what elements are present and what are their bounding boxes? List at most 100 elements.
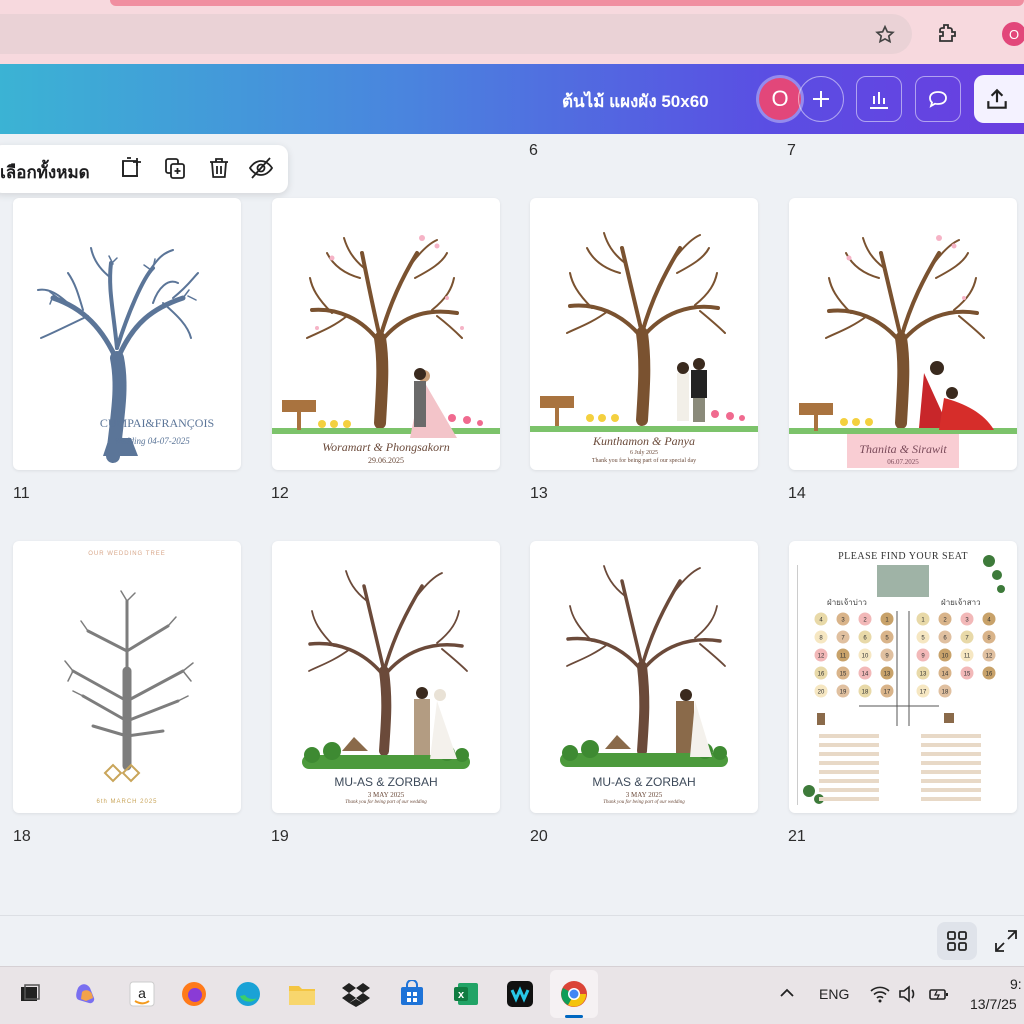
seat-number: 16	[818, 672, 825, 678]
address-bar[interactable]	[0, 14, 912, 54]
chevron-up-icon[interactable]	[778, 986, 796, 1000]
page-number: 19	[271, 828, 289, 845]
page-thumbnail-20[interactable]: MU-AS & ZORBAH 3 MAY 2025 Thank you for …	[530, 541, 758, 813]
seat-number: 11	[840, 654, 847, 660]
delete-page-icon[interactable]	[206, 155, 232, 181]
seat-grid-bride-side: 1 2 3 45 6 7 89 10 11 1213 14 15 1617 18	[916, 612, 996, 698]
bar-chart-icon	[870, 92, 888, 109]
firefox-icon[interactable]	[178, 978, 210, 1010]
tree-illustration	[302, 570, 470, 769]
thank-you-note: Thank you for being part of our wedding	[603, 800, 685, 805]
wedding-date: 6th MARCH 2025	[96, 799, 158, 805]
document-title[interactable]: ต้นไม้ แผงผัง 50x60	[562, 88, 709, 115]
page-number: 11	[13, 485, 30, 502]
page-number: 18	[13, 828, 31, 845]
page-number: 6	[529, 142, 538, 159]
seat-number: 15	[964, 672, 971, 678]
plus-icon	[813, 91, 829, 107]
wedding-date: 29.06.2025	[368, 456, 404, 465]
wedding-date: 6 July 2025	[629, 450, 658, 456]
page-number: 14	[788, 485, 806, 502]
clock-time[interactable]: 9:	[1010, 976, 1022, 992]
page-thumbnail-12[interactable]: Woramart & Phongsakorn 29.06.2025	[272, 198, 500, 470]
seat-number: 13	[920, 672, 927, 678]
seat-number: 14	[942, 672, 949, 678]
star-icon[interactable]	[874, 24, 896, 46]
page-thumbnail-14[interactable]: Thanita & Sirawit 06.07.2025	[789, 198, 1017, 470]
battery-icon[interactable]	[928, 985, 950, 1003]
tree-illustration	[272, 235, 500, 438]
grid-view-button[interactable]	[937, 922, 977, 960]
chrome-icon[interactable]	[558, 978, 590, 1010]
seat-number: 10	[862, 654, 869, 660]
tree-illustration	[789, 235, 1017, 468]
seat-number: 14	[862, 672, 869, 678]
edge-icon[interactable]	[232, 978, 264, 1010]
page-thumbnail-19[interactable]: MU-AS & ZORBAH 3 MAY 2025 Thank you for …	[272, 541, 500, 813]
thank-you-note: Thank you for being part of our wedding	[345, 800, 427, 805]
groom-side-label: ฝ่ายเจ้าบ่าว	[827, 598, 867, 607]
comments-button[interactable]	[915, 76, 961, 122]
excel-icon[interactable]: x	[450, 978, 482, 1010]
svg-text:x: x	[458, 989, 465, 1001]
couple-names: Kunthamon & Panya	[593, 434, 695, 448]
couple-names: CUMPAI&FRANÇOIS	[99, 416, 215, 430]
seat-number: 15	[840, 672, 847, 678]
upload-icon	[987, 88, 1007, 109]
add-page-icon[interactable]	[118, 155, 144, 181]
wedding-date: Wedding 04-07-2025	[114, 436, 190, 446]
page-thumbnail-13[interactable]: Kunthamon & Panya 6 July 2025 Thank you …	[530, 198, 758, 470]
add-collaborator-button[interactable]	[798, 76, 844, 122]
seat-number: 16	[986, 672, 993, 678]
seating-chart-illustration: 4 3 2 18 7 6 512 11 10 916 15 14 1320 19 18 17 1 2 3 45 6 7 8…	[797, 555, 1005, 805]
seat-number: 10	[942, 654, 949, 660]
bride-side-label: ฝ่ายเจ้าสาว	[941, 598, 981, 607]
task-view-icon[interactable]	[14, 978, 46, 1010]
editor-footer	[0, 915, 1024, 965]
dropbox-icon[interactable]	[340, 978, 372, 1010]
active-app-indicator	[565, 1015, 583, 1018]
volume-icon[interactable]	[898, 985, 918, 1003]
wedding-date: 3 MAY 2025	[367, 791, 405, 799]
seat-number: 12	[986, 654, 993, 660]
seat-number: 12	[818, 654, 825, 660]
file-explorer-icon[interactable]	[286, 978, 318, 1010]
amazon-icon[interactable]: a	[126, 978, 158, 1010]
grid-icon	[947, 931, 967, 951]
duplicate-page-icon[interactable]	[162, 155, 188, 181]
selection-toolbar: เลือกทั้งหมด	[0, 145, 288, 193]
share-button[interactable]	[974, 75, 1024, 123]
page-number: 20	[530, 828, 548, 845]
page-number: 7	[787, 142, 796, 159]
browser-top-bar	[0, 0, 1024, 64]
page-thumbnail-18[interactable]: OUR WEDDING TREE 6th MARCH 2025	[13, 541, 241, 813]
page-thumbnail-21[interactable]: PLEASE FIND YOUR SEAT 4 3 2 1 8 7 6 5 12 11 10 9 16 1…	[789, 541, 1017, 813]
fullscreen-icon[interactable]	[993, 928, 1019, 954]
seat-number: 19	[840, 690, 847, 696]
wifi-icon[interactable]	[869, 985, 891, 1003]
language-indicator[interactable]: ENG	[819, 986, 849, 1002]
insights-button[interactable]	[856, 76, 902, 122]
webex-icon[interactable]	[504, 978, 536, 1010]
seat-number: 11	[964, 654, 971, 660]
browser-profile-avatar[interactable]: O	[1002, 22, 1024, 46]
user-avatar[interactable]: O	[759, 78, 801, 120]
extensions-icon[interactable]	[935, 22, 959, 46]
couple-names: Woramart & Phongsakorn	[322, 440, 450, 454]
copilot-icon[interactable]	[70, 978, 102, 1010]
tree-illustration	[530, 232, 758, 432]
page-thumbnail-11[interactable]: CUMPAI&FRANÇOIS Wedding 04-07-2025	[13, 198, 241, 470]
page-number: 12	[271, 485, 289, 502]
couple-names: MU-AS & ZORBAH	[592, 775, 696, 789]
active-tab[interactable]	[110, 0, 1024, 6]
select-all-button[interactable]: เลือกทั้งหมด	[0, 159, 90, 186]
seat-number: 18	[862, 690, 869, 696]
page-number: 13	[530, 485, 548, 502]
store-icon[interactable]	[396, 978, 428, 1010]
wedding-date: 3 MAY 2025	[625, 791, 663, 799]
hide-page-icon[interactable]	[248, 155, 274, 181]
wedding-date: 06.07.2025	[887, 458, 919, 466]
seat-number: 13	[884, 672, 891, 678]
seat-grid-groom-side: 4 3 2 18 7 6 512 11 10 916 15 14 1320 19 18 17	[814, 612, 894, 698]
clock-date[interactable]: 13/7/25	[970, 996, 1017, 1012]
